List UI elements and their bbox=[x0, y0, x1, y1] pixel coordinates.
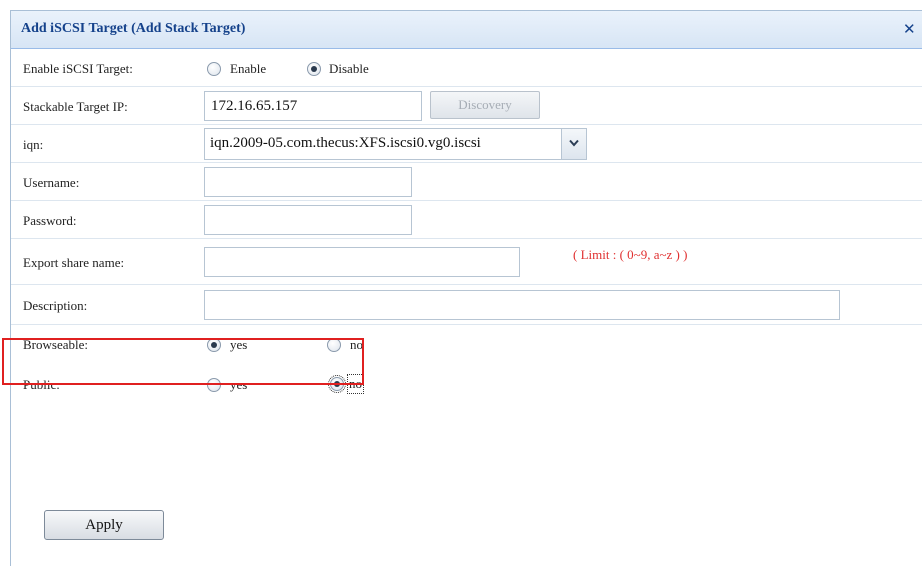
dialog-titlebar: Add iSCSI Target (Add Stack Target) ✕ bbox=[11, 11, 922, 49]
iqn-selected-value: iqn.2009-05.com.thecus:XFS.iscsi0.vg0.is… bbox=[210, 135, 481, 151]
username-label: Username: bbox=[23, 175, 80, 190]
row-description: Description: bbox=[11, 285, 922, 325]
row-password: Password: bbox=[11, 201, 922, 239]
password-label: Password: bbox=[23, 213, 77, 228]
form-panel: Enable iSCSI Target: Enable Disable Stac… bbox=[11, 49, 922, 566]
export-share-label: Export share name: bbox=[23, 255, 125, 270]
description-label: Description: bbox=[23, 298, 88, 313]
iqn-select[interactable]: iqn.2009-05.com.thecus:XFS.iscsi0.vg0.is… bbox=[204, 128, 587, 160]
enable-target-label: Enable iSCSI Target: bbox=[23, 61, 133, 76]
username-input[interactable] bbox=[204, 167, 412, 197]
enable-radio-label[interactable]: Enable bbox=[230, 61, 266, 77]
row-export-share: Export share name: ( Limit : ( 0~9, a~z … bbox=[11, 239, 922, 285]
disable-radio[interactable] bbox=[307, 62, 321, 76]
browseable-highlight-box bbox=[2, 338, 364, 385]
password-input[interactable] bbox=[204, 205, 412, 235]
description-input[interactable] bbox=[204, 290, 840, 320]
row-username: Username: bbox=[11, 163, 922, 201]
iqn-label: iqn: bbox=[23, 137, 44, 152]
enable-radio[interactable] bbox=[207, 62, 221, 76]
row-enable-target: Enable iSCSI Target: Enable Disable bbox=[11, 49, 922, 87]
close-icon[interactable]: ✕ bbox=[903, 19, 922, 39]
disable-radio-label[interactable]: Disable bbox=[329, 61, 369, 77]
chevron-down-icon[interactable] bbox=[561, 129, 586, 159]
stackable-ip-label: Stackable Target IP: bbox=[23, 99, 128, 114]
export-share-limit-hint: ( Limit : ( 0~9, a~z ) ) bbox=[573, 247, 688, 262]
add-iscsi-target-dialog: Add iSCSI Target (Add Stack Target) ✕ En… bbox=[10, 10, 922, 566]
discovery-button[interactable]: Discovery bbox=[430, 91, 540, 119]
row-stackable-ip: Stackable Target IP: Discovery bbox=[11, 87, 922, 125]
dialog-title: Add iSCSI Target (Add Stack Target) bbox=[21, 21, 246, 36]
stackable-ip-input[interactable] bbox=[204, 91, 422, 121]
apply-button[interactable]: Apply bbox=[44, 510, 164, 540]
row-iqn: iqn: iqn.2009-05.com.thecus:XFS.iscsi0.v… bbox=[11, 125, 922, 163]
export-share-input[interactable] bbox=[204, 247, 520, 277]
